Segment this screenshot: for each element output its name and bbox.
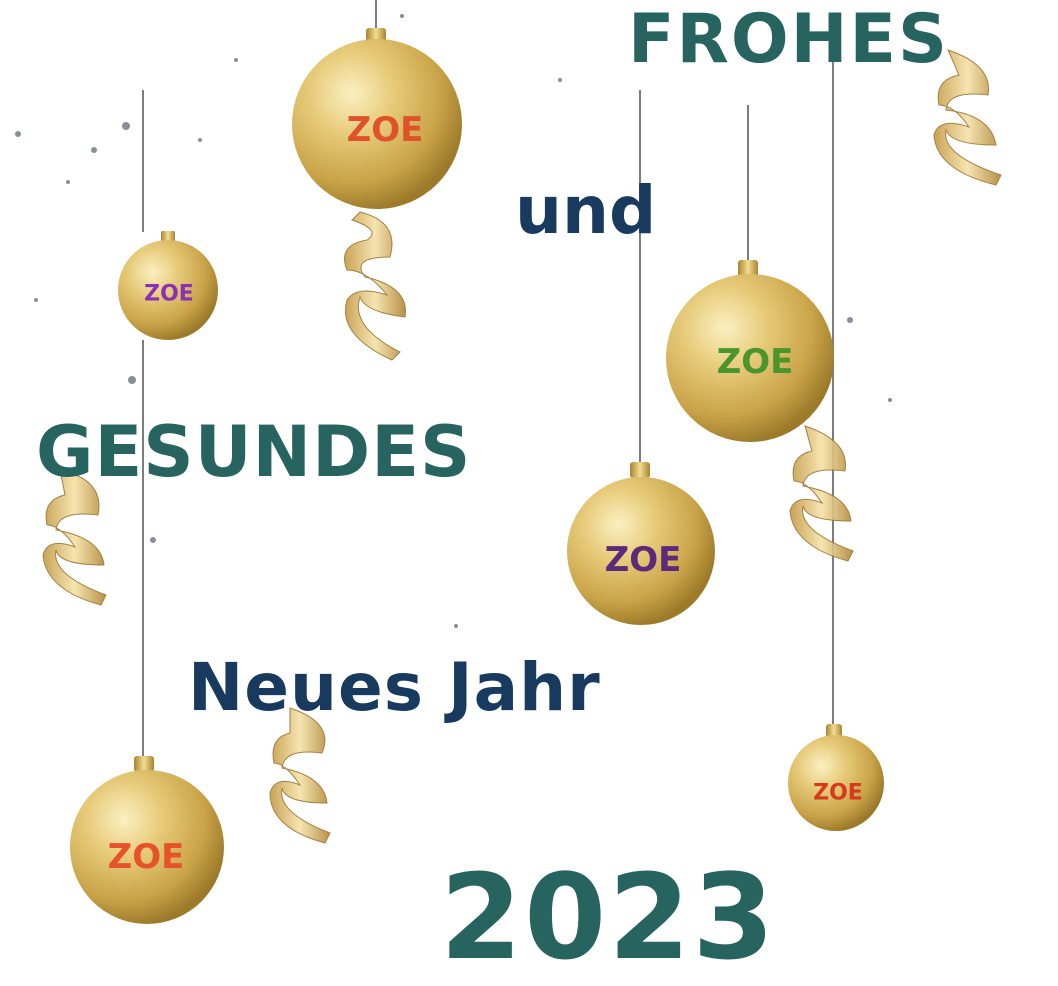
- greeting-line-neues-jahr: Neues Jahr: [188, 649, 601, 726]
- greeting-line-gesundes: GESUNDES: [36, 411, 472, 493]
- ornament-label: ZOE: [346, 110, 424, 150]
- christmas-bauble-icon: [788, 724, 884, 831]
- ornament-label: ZOE: [604, 540, 682, 580]
- ornament-label: ZOE: [144, 281, 194, 307]
- ornament-label: ZOE: [107, 837, 185, 877]
- ornament-label: ZOE: [716, 342, 794, 382]
- greeting-line-und: und: [515, 172, 657, 249]
- greeting-line-frohes: FROHES: [628, 0, 949, 79]
- ornament-label: ZOE: [813, 780, 863, 806]
- greeting-card: ZOE ZOE ZOE ZOE ZOE ZOE FROHES und GESUN…: [0, 0, 1058, 986]
- greeting-year: 2023: [440, 848, 777, 986]
